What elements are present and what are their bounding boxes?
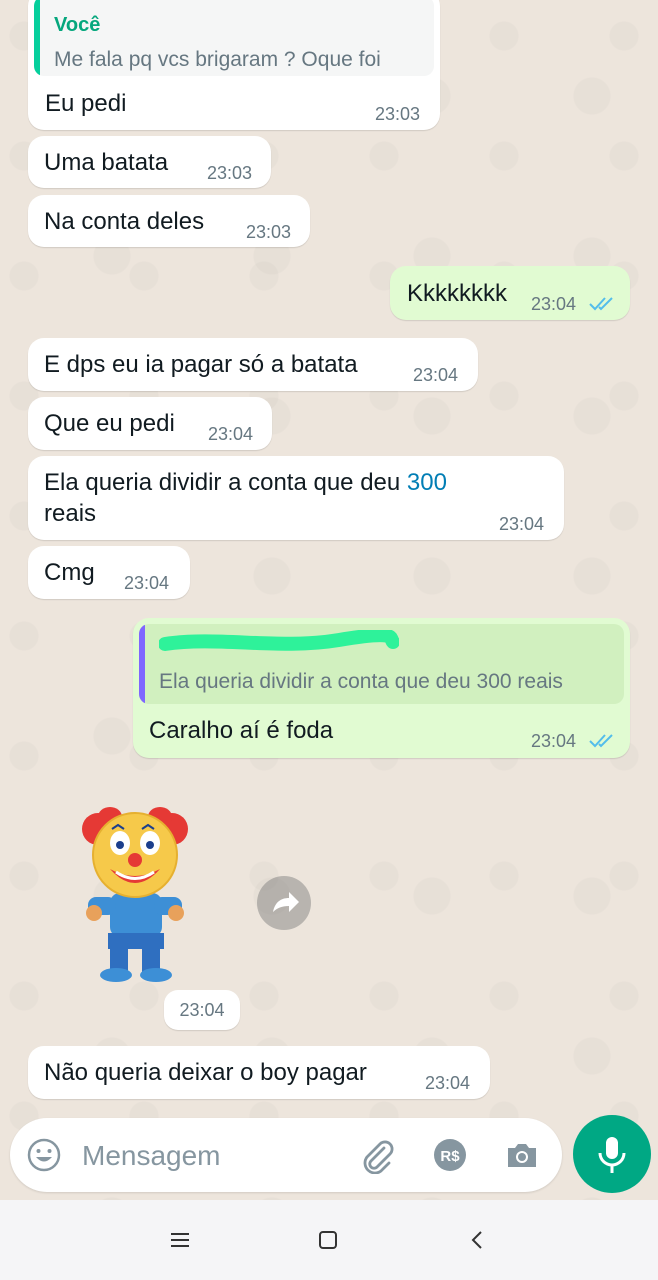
message-bubble-incoming[interactable]: Cmg 23:04 (28, 546, 190, 599)
message-composer[interactable]: Mensagem R$ (10, 1118, 562, 1192)
quoted-message[interactable]: Você Me fala pq vcs brigaram ? Oque foi (34, 0, 434, 76)
message-text: Que eu pedi (44, 410, 175, 437)
message-text: Uma batata (44, 149, 169, 176)
system-navigation-bar (0, 1200, 658, 1280)
read-ticks-icon (589, 734, 613, 748)
home-icon[interactable] (316, 1228, 340, 1252)
message-text: Kkkkkkkk (407, 280, 508, 307)
back-icon[interactable] (466, 1228, 490, 1252)
camera-icon[interactable] (504, 1137, 540, 1173)
quote-bar (139, 624, 145, 704)
message-bubble-incoming[interactable]: Você Me fala pq vcs brigaram ? Oque foi … (28, 0, 440, 130)
quote-text: Me fala pq vcs brigaram ? Oque foi (54, 48, 381, 71)
message-text: Ela queria dividir a conta que deu 300 (44, 469, 447, 497)
message-text: Eu pedi (45, 90, 127, 117)
message-bubble-incoming[interactable]: Não queria deixar o boy pagar 23:04 (28, 1046, 490, 1099)
message-bubble-incoming[interactable]: E dps eu ia pagar só a batata 23:04 (28, 338, 478, 391)
message-text: Caralho aí é foda (149, 717, 334, 744)
message-bubble-outgoing[interactable]: Kkkkkkkk 23:04 (390, 266, 630, 320)
read-ticks-icon (589, 297, 613, 311)
message-text: Na conta deles (44, 208, 205, 235)
message-text-line2: reais (44, 500, 97, 527)
message-bubble-incoming[interactable]: Uma batata 23:03 (28, 136, 271, 188)
quote-bar (34, 0, 40, 76)
message-time: 23:04 (124, 573, 170, 593)
message-bubble-outgoing[interactable]: Ela queria dividir a conta que deu 300 r… (133, 618, 630, 758)
message-time: 23:04 (531, 731, 577, 751)
voice-record-button[interactable] (573, 1115, 651, 1193)
forward-icon (273, 892, 299, 912)
quote-text: Ela queria dividir a conta que deu 300 r… (159, 670, 563, 693)
message-time: 23:04 (208, 424, 254, 444)
message-time: 23:04 (531, 294, 577, 314)
message-bubble-incoming[interactable]: Na conta deles 23:03 (28, 195, 310, 247)
emoji-icon[interactable] (26, 1137, 62, 1173)
message-text: Não queria deixar o boy pagar (44, 1059, 367, 1086)
message-text: E dps eu ia pagar só a batata (44, 351, 358, 378)
message-time: 23:03 (207, 163, 253, 183)
message-bubble-incoming[interactable]: Que eu pedi 23:04 (28, 397, 272, 450)
forward-button[interactable] (257, 876, 311, 930)
message-input[interactable]: Mensagem (82, 1140, 221, 1172)
payment-icon[interactable]: R$ (432, 1137, 468, 1173)
quoted-message[interactable]: Ela queria dividir a conta que deu 300 r… (139, 624, 624, 704)
quote-author: Você (54, 14, 101, 36)
message-time: 23:03 (375, 104, 421, 124)
attach-icon[interactable] (358, 1136, 396, 1174)
clown-sticker-icon[interactable] (80, 805, 190, 985)
message-time: 23:03 (246, 222, 292, 242)
message-time: 23:04 (425, 1073, 471, 1093)
message-time: 23:04 (499, 514, 545, 534)
message-bubble-incoming[interactable]: Ela queria dividir a conta que deu 300 r… (28, 456, 564, 540)
microphone-icon (598, 1137, 626, 1173)
recent-apps-icon[interactable] (168, 1228, 192, 1252)
message-time: 23:04 (413, 365, 459, 385)
message-text-part: Ela queria dividir a conta que deu (44, 469, 407, 496)
number-link[interactable]: 300 (407, 469, 447, 496)
message-time: 23:04 (164, 990, 240, 1030)
message-text: Cmg (44, 559, 95, 586)
redacted-author-scribble (159, 630, 399, 651)
svg-text:R$: R$ (440, 1148, 460, 1165)
